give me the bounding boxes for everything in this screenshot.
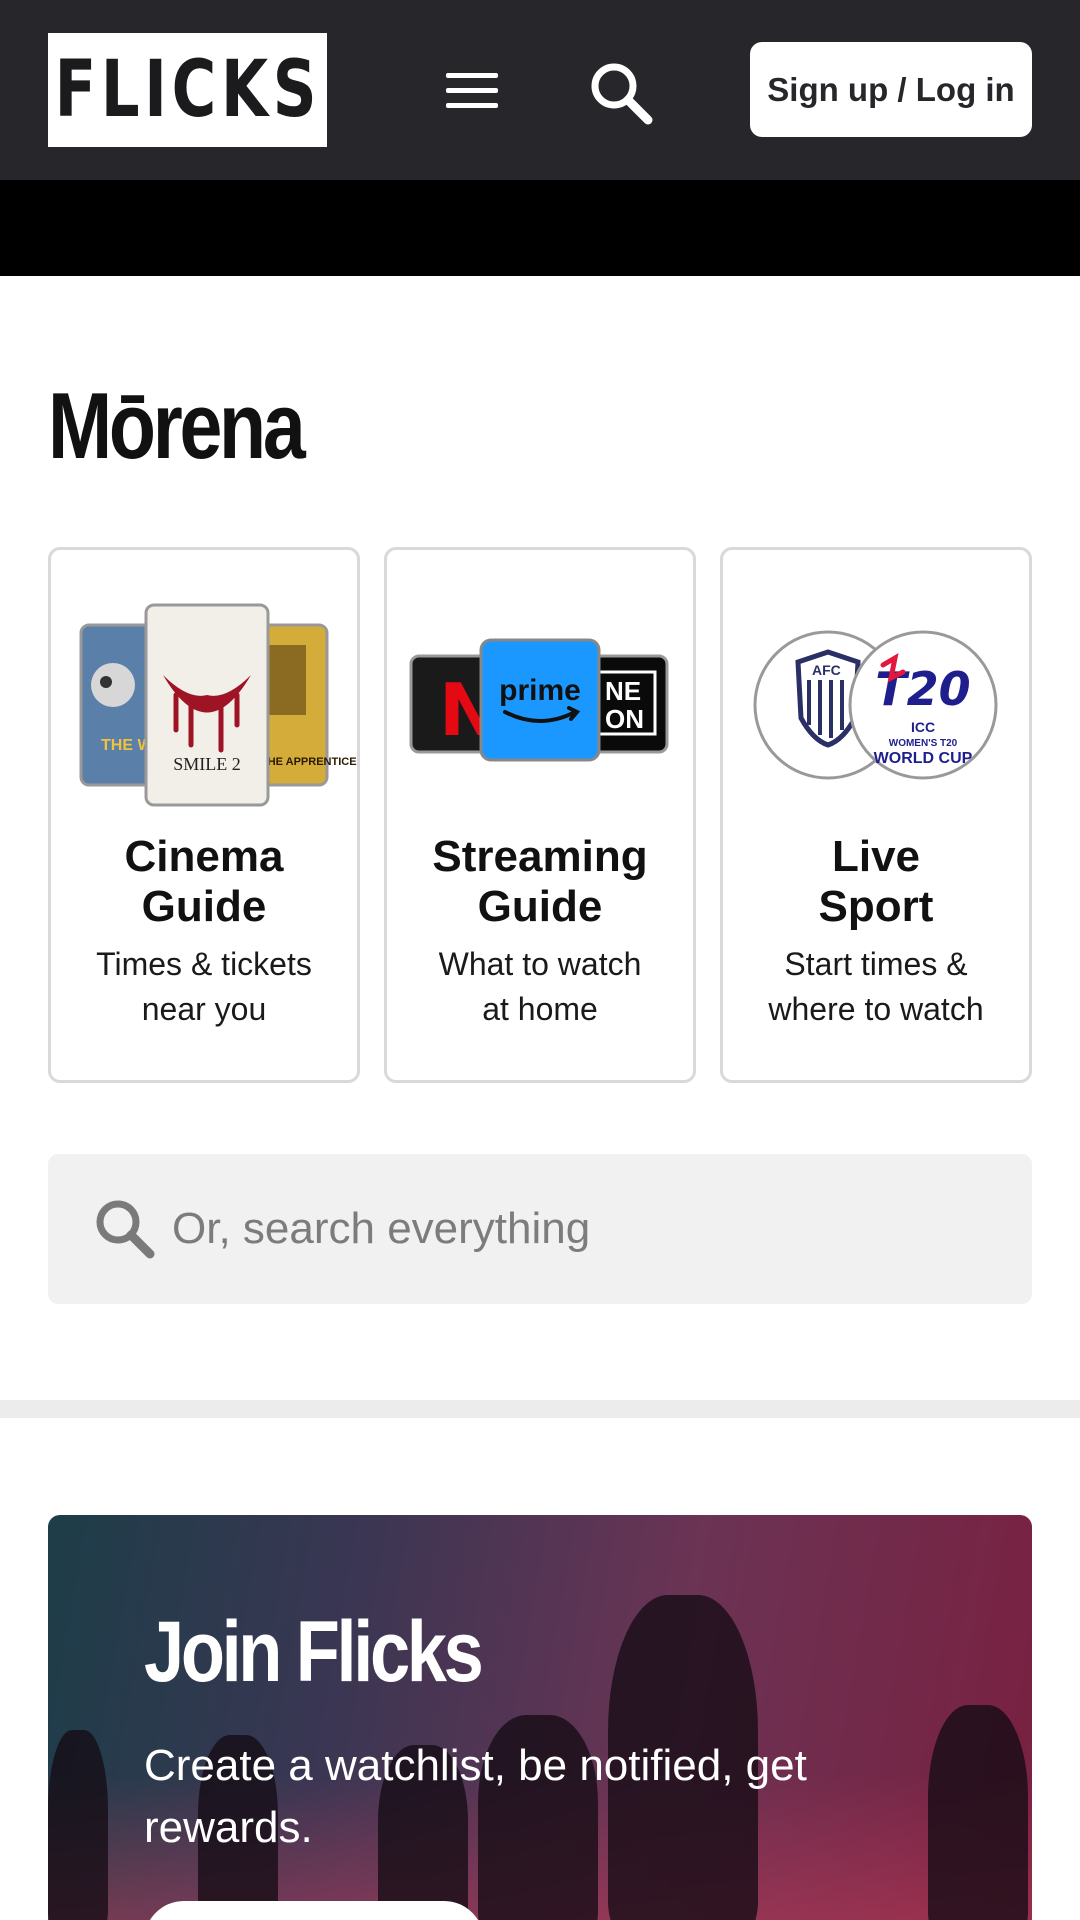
card-title: Cinema Guide <box>51 832 357 932</box>
streaming-logos-image: N NE ON prime <box>409 638 669 762</box>
top-navigation-bar: FLICKS Sign up / Log in <box>0 0 1080 180</box>
cinema-guide-card[interactable]: THE WILD ROBOT THE APPRENTICE SMILE 2 Ci… <box>48 547 360 1083</box>
card-subtitle: Times & tickets near you <box>61 942 347 1032</box>
card-subtitle-line: Times & tickets <box>96 946 312 982</box>
logo-text: FLICKS <box>54 45 321 135</box>
search-icon[interactable] <box>588 60 656 128</box>
world-cup-text: WORLD CUP <box>874 750 973 767</box>
card-title: Live Sport <box>723 832 1029 932</box>
section-divider <box>0 1400 1080 1418</box>
neon-logo-text-1: NE <box>605 676 641 706</box>
icc-text: ICC <box>911 719 935 735</box>
sport-logos-image: AFC T20 ICC WOMEN'S T20 WORLD CUP <box>753 630 998 780</box>
card-title-line: Guide <box>477 882 603 931</box>
search-input[interactable] <box>172 1194 992 1264</box>
promo-cta-button[interactable] <box>144 1901 484 1920</box>
afc-logo-text: AFC <box>812 662 841 678</box>
flicks-logo[interactable]: FLICKS <box>48 33 327 147</box>
prime-logo-text: prime <box>499 674 581 707</box>
promo-subtitle: Create a watchlist, be notified, get rew… <box>144 1741 807 1852</box>
card-subtitle-line: at home <box>482 991 598 1027</box>
search-everything-box[interactable] <box>48 1154 1032 1304</box>
card-title-line: Cinema <box>124 832 284 881</box>
signup-login-button[interactable]: Sign up / Log in <box>750 42 1032 137</box>
streaming-guide-card[interactable]: N NE ON prime Streaming Guide What to wa… <box>384 547 696 1083</box>
poster-text-apprentice: THE APPRENTICE <box>261 756 357 768</box>
promo-dancer-figure <box>928 1705 1028 1920</box>
movie-posters-image: THE WILD ROBOT THE APPRENTICE SMILE 2 <box>79 603 357 807</box>
t20-logo-text: T20 <box>875 662 970 716</box>
womens-t20-text: WOMEN'S T20 <box>889 738 958 749</box>
card-title-line: Guide <box>141 882 267 931</box>
card-subtitle-line: What to watch <box>438 946 642 982</box>
ad-banner-placeholder <box>0 180 1080 276</box>
card-subtitle: What to watch at home <box>397 942 683 1032</box>
card-subtitle-line: where to watch <box>768 991 984 1027</box>
card-title-line: Sport <box>818 882 934 931</box>
search-icon <box>96 1200 155 1259</box>
card-subtitle-line: near you <box>141 991 267 1027</box>
card-subtitle-line: Start times & <box>784 946 968 982</box>
card-title: Streaming Guide <box>387 832 693 932</box>
join-flicks-promo[interactable]: Join Flicks Create a watchlist, be notif… <box>48 1515 1032 1920</box>
card-title-line: Live <box>831 832 921 881</box>
promo-title: Join Flicks <box>144 1604 484 1700</box>
greeting-heading: Mōrena <box>48 373 306 478</box>
card-title-line: Streaming <box>432 832 648 881</box>
poster-text-smile: SMILE 2 <box>173 754 241 774</box>
live-sport-card[interactable]: AFC T20 ICC WOMEN'S T20 WORLD CUP Live S… <box>720 547 1032 1083</box>
card-subtitle: Start times & where to watch <box>733 942 1019 1032</box>
promo-dancer-figure <box>48 1730 108 1920</box>
hamburger-menu-icon[interactable] <box>440 62 504 118</box>
neon-logo-text-2: ON <box>605 704 644 734</box>
